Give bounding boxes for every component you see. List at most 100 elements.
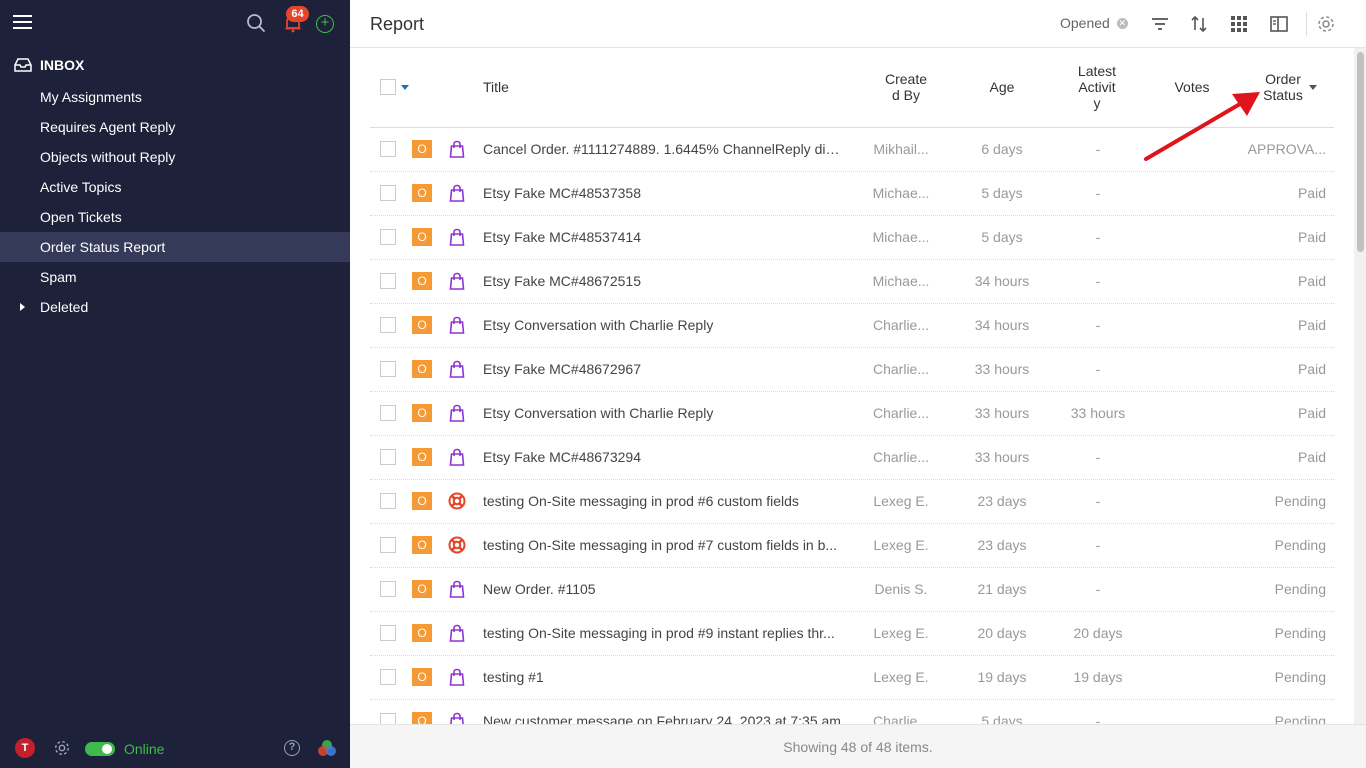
sidebar-item-my-assignments[interactable]: My Assignments xyxy=(0,82,350,112)
row-checkbox[interactable] xyxy=(380,273,396,289)
online-status-label: Online xyxy=(124,741,165,757)
row-title-link[interactable]: Cancel Order. #1111274889. 1.6445% Chann… xyxy=(483,128,843,171)
split-view-icon[interactable] xyxy=(1269,14,1289,34)
online-toggle[interactable] xyxy=(85,742,115,756)
vertical-scrollbar[interactable] xyxy=(1354,48,1366,724)
row-title-link[interactable]: Etsy Conversation with Charlie Reply xyxy=(483,304,843,347)
search-icon[interactable] xyxy=(246,13,266,33)
table-row[interactable]: Otesting #1 Lexeg E. 19 days 19 days Pending xyxy=(370,656,1334,700)
table-row[interactable]: Otesting On-Site messaging in prod #7 cu… xyxy=(370,524,1334,568)
row-title-link[interactable]: New Order. #1105 xyxy=(483,568,843,611)
grid-view-icon[interactable] xyxy=(1229,14,1249,34)
row-checkbox[interactable] xyxy=(380,625,396,641)
sort-icon[interactable] xyxy=(1189,14,1209,34)
type-badge: O xyxy=(412,140,432,158)
row-created-by: Charlie... xyxy=(872,449,930,465)
row-title-link[interactable]: Etsy Fake MC#48672515 xyxy=(483,260,843,303)
row-checkbox[interactable] xyxy=(380,449,396,465)
filter-icon[interactable] xyxy=(1150,14,1170,34)
row-checkbox[interactable] xyxy=(380,229,396,245)
row-title-link[interactable]: Etsy Fake MC#48672967 xyxy=(483,348,843,391)
bag-icon xyxy=(448,624,466,642)
close-icon[interactable]: ✕ xyxy=(1116,17,1128,29)
column-latest-activity[interactable]: Latest Activit y xyxy=(1058,63,1136,111)
row-latest-activity: - xyxy=(1095,185,1101,201)
type-badge: O xyxy=(412,492,432,510)
gear-icon[interactable] xyxy=(53,739,71,757)
row-checkbox[interactable] xyxy=(380,713,396,724)
row-title-link[interactable]: Etsy Fake MC#48537358 xyxy=(483,172,843,215)
table-row[interactable]: O New Order. #1105 Denis S. 21 days - Pending xyxy=(370,568,1334,612)
table-row[interactable]: O Etsy Fake MC#48537414 Michae... 5 days - Pa… xyxy=(370,216,1334,260)
row-created-by: Lexeg E. xyxy=(873,493,929,509)
row-checkbox[interactable] xyxy=(380,141,396,157)
row-checkbox[interactable] xyxy=(380,185,396,201)
select-all-checkbox[interactable] xyxy=(380,79,396,95)
row-title-link[interactable]: Etsy Conversation with Charlie Reply xyxy=(483,392,843,435)
add-icon[interactable]: + xyxy=(316,15,334,33)
sidebar-item-deleted[interactable]: Deleted xyxy=(0,292,350,322)
row-age: 5 days xyxy=(981,713,1023,724)
sort-desc-icon[interactable] xyxy=(1308,84,1317,90)
row-latest-activity: - xyxy=(1095,141,1101,157)
row-latest-activity: - xyxy=(1095,361,1101,377)
sidebar-item-open-tickets[interactable]: Open Tickets xyxy=(0,202,350,232)
items-count-summary: Showing 48 of 48 items. xyxy=(783,739,933,755)
row-checkbox[interactable] xyxy=(380,537,396,553)
column-created-by[interactable]: Create d By xyxy=(865,71,947,103)
table-row[interactable]: O Etsy Fake MC#48673294 Charlie... 33 hours… xyxy=(370,436,1334,480)
row-votes xyxy=(1150,260,1234,303)
expand-caret-icon[interactable] xyxy=(20,303,25,311)
select-menu-caret-icon[interactable] xyxy=(401,85,409,90)
table-row[interactable]: O Etsy Conversation with Charlie Reply Cha… xyxy=(370,304,1334,348)
row-title-link[interactable]: New customer message on February 24, 202… xyxy=(483,700,843,724)
row-title-link[interactable]: testing On-Site messaging in prod #7 cus… xyxy=(483,524,843,567)
table-row[interactable]: O Etsy Fake MC#48672967 Charlie... 33 hours… xyxy=(370,348,1334,392)
row-title-link[interactable]: testing On-Site messaging in prod #6 cus… xyxy=(483,480,843,523)
help-icon[interactable]: ? xyxy=(284,740,300,756)
sidebar-item-active-topics[interactable]: Active Topics xyxy=(0,172,350,202)
row-checkbox[interactable] xyxy=(380,361,396,377)
sidebar-item-objects-without-reply[interactable]: Objects without Reply xyxy=(0,142,350,172)
sidebar-item-label: Active Topics xyxy=(40,179,122,195)
apps-colors-icon[interactable] xyxy=(317,739,337,757)
row-title-link[interactable]: Etsy Fake MC#48537414 xyxy=(483,216,843,259)
row-votes xyxy=(1150,172,1234,215)
inbox-header[interactable]: INBOX xyxy=(0,52,350,78)
scrollbar-thumb[interactable] xyxy=(1357,52,1364,252)
avatar[interactable]: T xyxy=(15,738,35,758)
row-checkbox[interactable] xyxy=(380,405,396,421)
table-row[interactable]: O Etsy Conversation with Charlie Reply Cha… xyxy=(370,392,1334,436)
column-title[interactable]: Title xyxy=(483,79,509,95)
table-row[interactable]: Otesting On-Site messaging in prod #9 in… xyxy=(370,612,1334,656)
row-created-by: Charlie... xyxy=(872,405,930,421)
sidebar-item-spam[interactable]: Spam xyxy=(0,262,350,292)
sidebar-item-label: Order Status Report xyxy=(40,239,166,255)
filter-chip-opened[interactable]: Opened ✕ xyxy=(1060,15,1128,31)
sidebar: 64 + INBOX My Assignments Requires Agent… xyxy=(0,0,350,768)
bag-icon xyxy=(448,184,466,202)
row-order-status: Pending xyxy=(1274,625,1326,641)
table-row[interactable]: O Etsy Fake MC#48672515 Michae... 34 hours -… xyxy=(370,260,1334,304)
sidebar-item-order-status-report[interactable]: Order Status Report xyxy=(0,232,350,262)
row-checkbox[interactable] xyxy=(380,669,396,685)
row-created-by: Lexeg E. xyxy=(873,669,929,685)
row-order-status: Paid xyxy=(1297,273,1326,289)
row-title-link[interactable]: testing #1 xyxy=(483,656,843,699)
table-row[interactable]: O Etsy Fake MC#48537358 Michae... 5 days - Pa… xyxy=(370,172,1334,216)
row-title-link[interactable]: testing On-Site messaging in prod #9 ins… xyxy=(483,612,843,655)
row-checkbox[interactable] xyxy=(380,493,396,509)
column-age[interactable]: Age xyxy=(962,79,1042,95)
table-row[interactable]: Otesting On-Site messaging in prod #6 cu… xyxy=(370,480,1334,524)
row-created-by: Michae... xyxy=(872,273,930,289)
type-badge: O xyxy=(412,624,432,642)
row-age: 23 days xyxy=(977,537,1027,553)
row-title-link[interactable]: Etsy Fake MC#48673294 xyxy=(483,436,843,479)
row-votes xyxy=(1150,656,1234,699)
sidebar-item-requires-agent-reply[interactable]: Requires Agent Reply xyxy=(0,112,350,142)
row-checkbox[interactable] xyxy=(380,581,396,597)
table-row[interactable]: O New customer message on February 24, 20… xyxy=(370,700,1334,724)
row-checkbox[interactable] xyxy=(380,317,396,333)
settings-icon[interactable] xyxy=(1316,14,1336,34)
menu-icon[interactable] xyxy=(13,15,32,31)
